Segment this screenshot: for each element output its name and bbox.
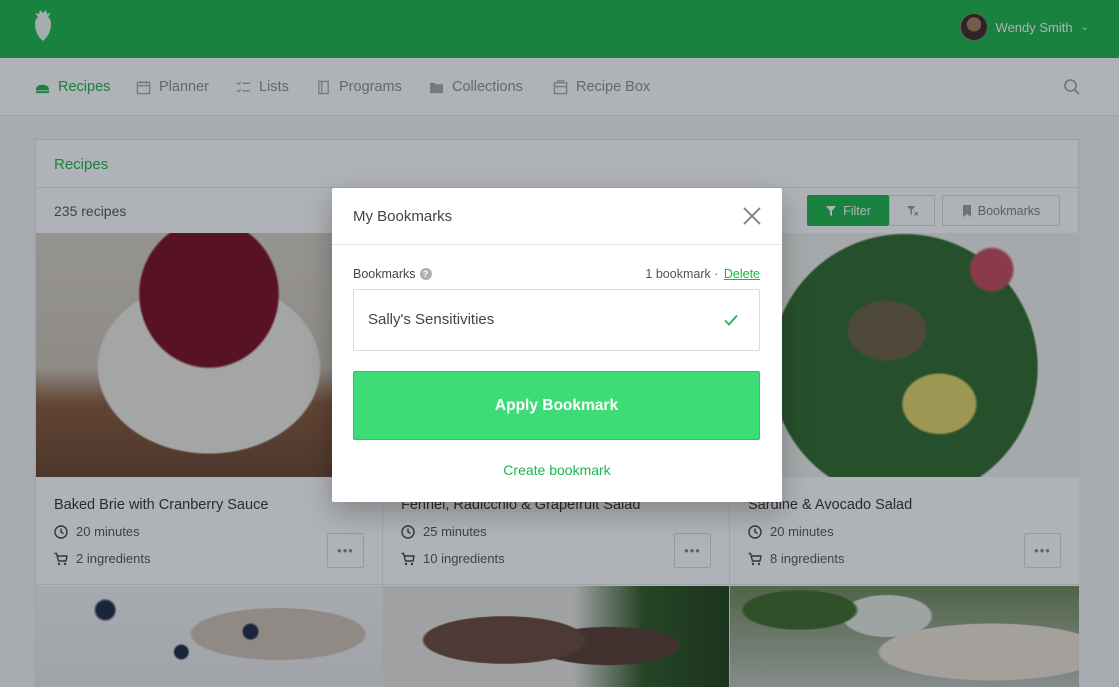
delete-link[interactable]: Delete <box>724 267 760 281</box>
apply-bookmark-button[interactable]: Apply Bookmark <box>353 371 760 440</box>
create-bookmark-link[interactable]: Create bookmark <box>332 462 782 478</box>
field-label-text: Bookmarks <box>353 267 416 281</box>
bookmark-count-text: 1 bookmark · <box>645 267 719 281</box>
check-icon <box>724 314 738 326</box>
help-icon[interactable]: ? <box>419 268 432 280</box>
bookmark-count: 1 bookmark · Delete <box>645 267 760 281</box>
bookmarks-modal: My Bookmarks Bookmarks ? 1 bookmark · De… <box>332 188 782 502</box>
close-icon[interactable] <box>742 206 762 226</box>
modal-title: My Bookmarks <box>353 208 453 225</box>
bookmark-select[interactable]: Sally's Sensitivities <box>353 289 760 351</box>
bookmarks-field-label: Bookmarks ? <box>353 267 432 281</box>
selected-bookmark: Sally's Sensitivities <box>368 311 495 328</box>
divider <box>332 244 782 245</box>
